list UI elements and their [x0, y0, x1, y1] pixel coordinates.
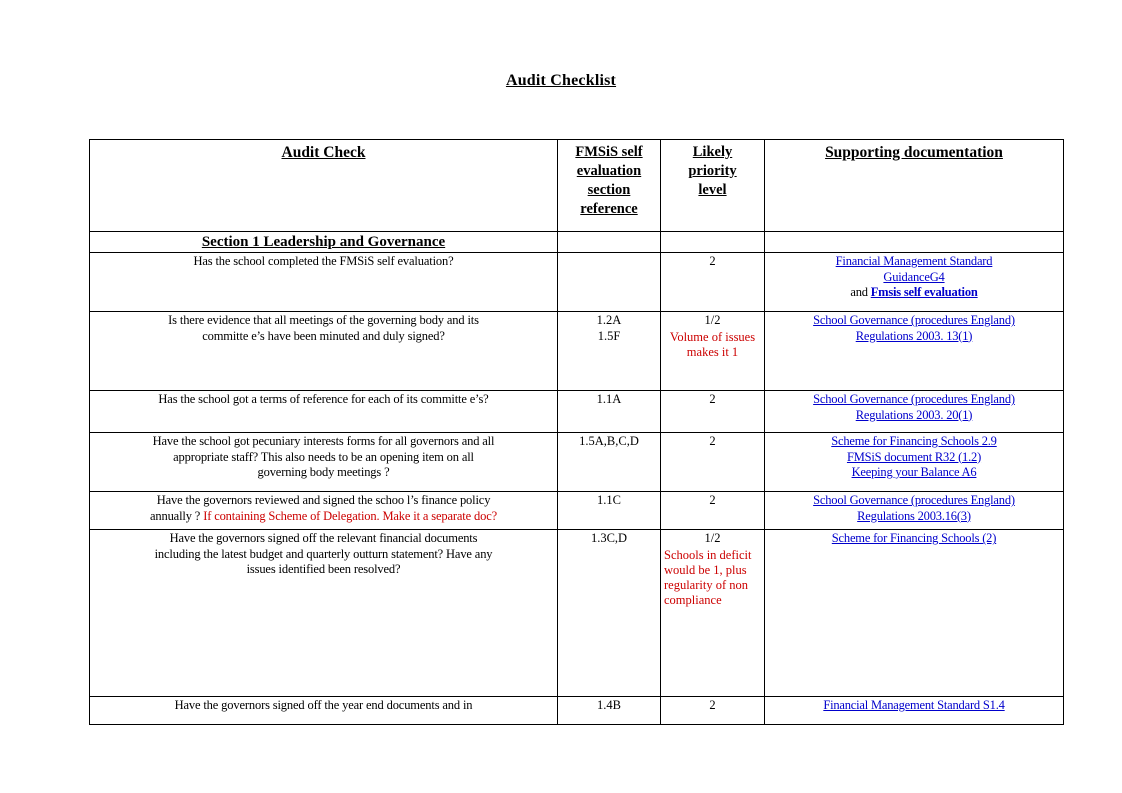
table-row: Have the governors reviewed and signed t…: [89, 491, 1064, 531]
fmsis-header-line-4: reference: [580, 200, 638, 217]
row-5-check-line-2-red-note: If containing Scheme of Delegation. Make…: [203, 508, 497, 523]
row-3-priority: 2: [660, 390, 765, 434]
row-4-audit-check: Have the school got pecuniary interests …: [89, 432, 558, 493]
column-header-priority-level: Likely priority level: [660, 139, 765, 232]
column-header-audit-check-label: Audit Check: [281, 144, 366, 161]
row-1-supporting-documentation: Financial Management Standard GuidanceG4…: [764, 252, 1064, 313]
fmsis-header-line-1: FMSiS self: [575, 144, 643, 160]
column-header-supporting-documentation-label: Supporting documentation: [825, 144, 1003, 161]
row-1-audit-check: Has the school completed the FMSiS self …: [89, 252, 558, 313]
row-2-ref-line-1: 1.2A: [596, 313, 622, 328]
row-7-audit-check: Have the governors signed off the year e…: [89, 696, 558, 726]
doc-link-regulations-2003-20-1[interactable]: Regulations 2003. 20(1): [768, 408, 1060, 423]
doc-link-financial-management-standard-s1-4[interactable]: Financial Management Standard S1.4: [768, 698, 1060, 713]
row-5-check-line-1: Have the governors reviewed and signed t…: [156, 493, 491, 508]
table-row: Is there evidence that all meetings of t…: [89, 311, 1064, 392]
table-row: Have the governors signed off the releva…: [89, 529, 1064, 698]
row-2-ref-line-2: 1.5F: [597, 328, 621, 343]
table-row: Have the school got pecuniary interests …: [89, 432, 1064, 493]
doc-link-regulations-2003-16-3[interactable]: Regulations 2003.16(3): [768, 509, 1060, 524]
row-2-supporting-documentation: School Governance (procedures England) R…: [764, 311, 1064, 392]
section-1-title: Section 1 Leadership and Governance: [89, 230, 558, 254]
column-header-supporting-documentation: Supporting documentation: [764, 139, 1064, 232]
row-6-priority-note: Schools in deficit would be 1, plus regu…: [664, 547, 752, 608]
section-1-title-label: Section 1 Leadership and Governance: [201, 234, 446, 250]
row-7-priority: 2: [660, 696, 765, 726]
row-5-audit-check: Have the governors reviewed and signed t…: [89, 491, 558, 531]
doc-link-financial-management-standard[interactable]: Financial Management Standard: [768, 254, 1060, 269]
row-4-supporting-documentation: Scheme for Financing Schools 2.9 FMSiS d…: [764, 432, 1064, 493]
row-2-check-line-1: Is there evidence that all meetings of t…: [168, 313, 479, 328]
row-2-priority: 1/2 Volume of issues makes it 1: [660, 311, 765, 392]
table-row: Have the governors signed off the year e…: [89, 696, 1064, 726]
row-3-fmsis-reference: 1.1A: [557, 390, 661, 434]
row-4-check-line-2: appropriate staff? This also needs to be…: [173, 449, 474, 464]
section-row-fmsis-cell: [557, 230, 661, 254]
doc-link-guidance-g4[interactable]: GuidanceG4: [768, 270, 1060, 285]
table-header-row: Audit Check FMSiS self evaluation sectio…: [89, 139, 1064, 232]
doc-link-scheme-for-financing-schools-2[interactable]: Scheme for Financing Schools (2): [768, 531, 1060, 546]
doc-link-regulations-2003-13-1[interactable]: Regulations 2003. 13(1): [768, 329, 1060, 344]
row-4-check-line-3: governing body meetings ?: [257, 464, 390, 479]
row-1-doc-line-3: and Fmsis self evaluation: [768, 285, 1060, 300]
row-5-priority: 2: [660, 491, 765, 531]
row-5-check-line-2-black: annually ?: [149, 508, 204, 523]
row-2-check-line-2: committe e’s have been minuted and duly …: [202, 328, 445, 343]
doc-link-keeping-your-balance-a6[interactable]: Keeping your Balance A6: [768, 465, 1060, 480]
row-6-check-line-1: Have the governors signed off the releva…: [169, 531, 478, 546]
row-1-fmsis-reference: [557, 252, 661, 313]
row-6-supporting-documentation: Scheme for Financing Schools (2): [764, 529, 1064, 698]
row-6-check-line-2: including the latest budget and quarterl…: [154, 546, 493, 561]
section-row-docs-cell: [764, 230, 1064, 254]
audit-checklist-table: Audit Check FMSiS self evaluation sectio…: [89, 139, 1064, 726]
row-5-check-line-2: annually ? If containing Scheme of Deleg…: [93, 509, 554, 524]
priority-header-line-2: priority: [688, 162, 737, 179]
row-4-check-line-1: Have the school got pecuniary interests …: [152, 434, 495, 449]
table-row: Has the school got a terms of reference …: [89, 390, 1064, 434]
row-1-priority-value: 2: [709, 254, 716, 269]
row-2-audit-check: Is there evidence that all meetings of t…: [89, 311, 558, 392]
row-6-audit-check: Have the governors signed off the releva…: [89, 529, 558, 698]
doc-link-school-governance-procedures-england[interactable]: School Governance (procedures England): [768, 392, 1060, 407]
table-row: Has the school completed the FMSiS self …: [89, 252, 1064, 313]
row-7-fmsis-reference: 1.4B: [557, 696, 661, 726]
doc-prefix-and: and: [850, 284, 871, 299]
row-4-fmsis-reference: 1.5A,B,C,D: [557, 432, 661, 493]
fmsis-header-line-3: section: [587, 181, 631, 198]
row-2-priority-value: 1/2: [704, 313, 721, 328]
priority-header-line-3: level: [698, 181, 727, 198]
section-header-row: Section 1 Leadership and Governance: [89, 230, 1064, 254]
row-5-priority-value: 2: [709, 493, 716, 508]
row-5-fmsis-reference: 1.1C: [557, 491, 661, 531]
row-2-fmsis-reference: 1.2A 1.5F: [557, 311, 661, 392]
row-6-check-line-3: issues identified been resolved?: [246, 561, 401, 576]
row-6-fmsis-reference: 1.3C,D: [557, 529, 661, 698]
doc-link-scheme-for-financing-schools-2-9[interactable]: Scheme for Financing Schools 2.9: [768, 434, 1060, 449]
section-row-priority-cell: [660, 230, 765, 254]
row-6-priority: 1/2 Schools in deficit would be 1, plus …: [660, 529, 765, 698]
row-5-supporting-documentation: School Governance (procedures England) R…: [764, 491, 1064, 531]
doc-link-school-governance-procedures-england[interactable]: School Governance (procedures England): [768, 493, 1060, 508]
row-3-priority-value: 2: [709, 392, 716, 407]
column-header-audit-check: Audit Check: [89, 139, 558, 232]
row-1-priority: 2: [660, 252, 765, 313]
row-3-audit-check: Has the school got a terms of reference …: [89, 390, 558, 434]
doc-link-school-governance-procedures-england[interactable]: School Governance (procedures England): [768, 313, 1060, 328]
doc-link-fmsis-self-evaluation[interactable]: Fmsis self evaluation: [871, 285, 978, 299]
row-4-priority-value: 2: [709, 434, 716, 449]
document-page: Audit Checklist Audit Check FMSiS self e…: [0, 0, 1122, 793]
row-7-priority-value: 2: [709, 698, 716, 713]
page-title: Audit Checklist: [505, 72, 617, 89]
row-7-supporting-documentation: Financial Management Standard S1.4: [764, 696, 1064, 726]
row-2-priority-note: Volume of issues makes it 1: [669, 329, 756, 359]
fmsis-header-line-2: evaluation: [576, 162, 642, 179]
doc-link-fmsis-document-r32[interactable]: FMSiS document R32 (1.2): [768, 450, 1060, 465]
row-3-supporting-documentation: School Governance (procedures England) R…: [764, 390, 1064, 434]
row-6-priority-value: 1/2: [704, 531, 721, 546]
row-4-priority: 2: [660, 432, 765, 493]
column-header-fmsis-reference: FMSiS self evaluation section reference: [557, 139, 661, 232]
priority-header-line-1: Likely: [692, 144, 733, 160]
